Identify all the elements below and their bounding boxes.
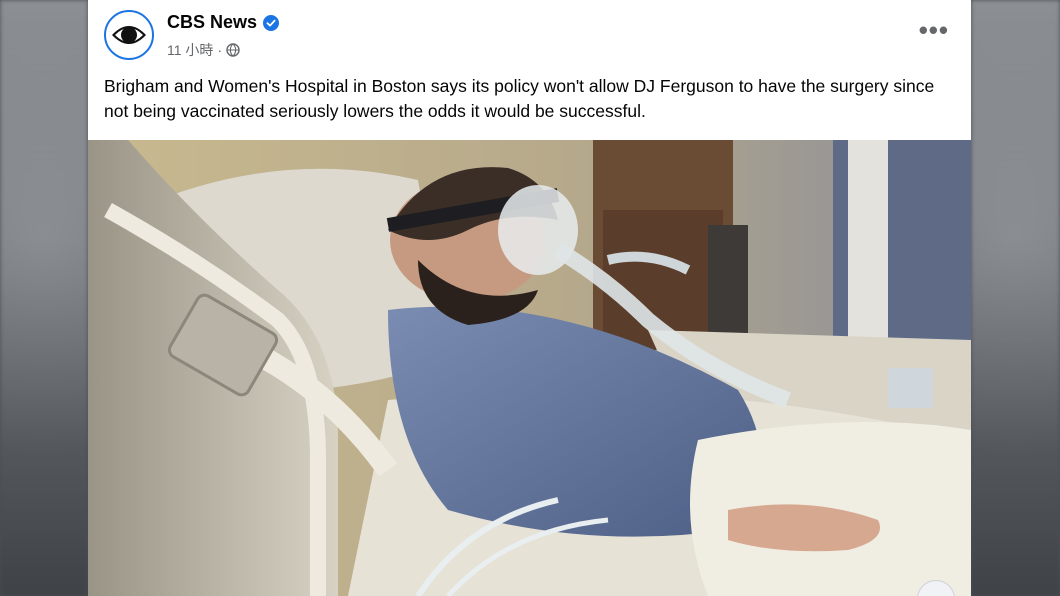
page-name[interactable]: CBS News bbox=[167, 12, 257, 33]
patient-in-hospital-bed-photo bbox=[88, 140, 971, 596]
post-meta: 11 小時 · bbox=[167, 40, 240, 60]
post-header: CBS News 11 小時 · ••• bbox=[88, 0, 971, 66]
facebook-post-card: CBS News 11 小時 · ••• Brigham and Women's… bbox=[88, 0, 971, 596]
post-caption: Brigham and Women's Hospital in Boston s… bbox=[104, 76, 935, 121]
verified-badge-icon bbox=[263, 14, 280, 31]
meta-separator: · bbox=[217, 42, 223, 58]
page-avatar[interactable] bbox=[104, 10, 154, 60]
more-options-icon[interactable]: ••• bbox=[919, 17, 949, 43]
post-photo[interactable] bbox=[88, 140, 971, 596]
page-name-row: CBS News bbox=[167, 12, 280, 33]
blurred-background-right bbox=[971, 0, 1060, 596]
cbs-eye-logo-icon bbox=[111, 17, 147, 53]
blurred-background-left bbox=[0, 0, 88, 596]
globe-icon[interactable] bbox=[226, 43, 240, 57]
post-timestamp[interactable]: 11 小時 bbox=[167, 40, 213, 60]
